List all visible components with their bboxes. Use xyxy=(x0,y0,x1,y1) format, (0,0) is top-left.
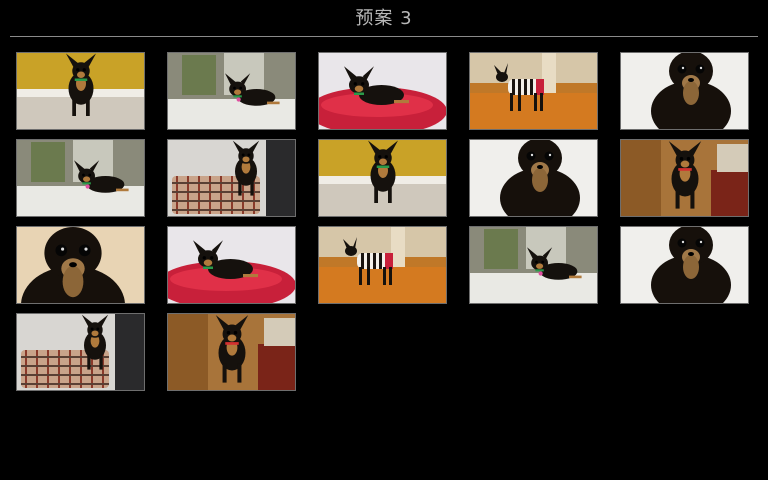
photo-thumbnail[interactable] xyxy=(16,313,145,391)
thumbnail-image xyxy=(168,227,295,303)
photo-thumbnail[interactable] xyxy=(167,226,296,304)
photo-thumbnail[interactable] xyxy=(469,139,598,217)
thumbnail-image xyxy=(621,140,748,216)
thumbnail-image xyxy=(621,53,748,129)
photo-album-screen: 预案 3 xyxy=(0,0,768,480)
photo-thumbnail[interactable] xyxy=(16,139,145,217)
thumbnail-image xyxy=(470,140,597,216)
photo-thumbnail[interactable] xyxy=(167,139,296,217)
photo-thumbnail[interactable] xyxy=(318,226,447,304)
thumbnail-image xyxy=(17,314,144,390)
photo-thumbnail[interactable] xyxy=(16,226,145,304)
photo-thumbnail[interactable] xyxy=(469,52,598,130)
thumbnail-image xyxy=(17,53,144,129)
photo-thumbnail[interactable] xyxy=(167,313,296,391)
photo-thumbnail[interactable] xyxy=(16,52,145,130)
thumbnail-image xyxy=(168,140,295,216)
thumbnail-image xyxy=(17,227,144,303)
thumbnail-image xyxy=(17,140,144,216)
thumbnail-image xyxy=(319,140,446,216)
thumbnail-image xyxy=(168,314,295,390)
thumbnail-image xyxy=(621,227,748,303)
thumbnail-image xyxy=(470,227,597,303)
thumbnail-grid xyxy=(0,0,768,480)
photo-thumbnail[interactable] xyxy=(167,52,296,130)
thumbnail-image xyxy=(319,53,446,129)
photo-thumbnail[interactable] xyxy=(318,139,447,217)
photo-thumbnail[interactable] xyxy=(318,52,447,130)
photo-thumbnail[interactable] xyxy=(469,226,598,304)
thumbnail-image xyxy=(470,53,597,129)
photo-thumbnail[interactable] xyxy=(620,226,749,304)
photo-thumbnail[interactable] xyxy=(620,52,749,130)
thumbnail-image xyxy=(319,227,446,303)
thumbnail-image xyxy=(168,53,295,129)
photo-thumbnail[interactable] xyxy=(620,139,749,217)
